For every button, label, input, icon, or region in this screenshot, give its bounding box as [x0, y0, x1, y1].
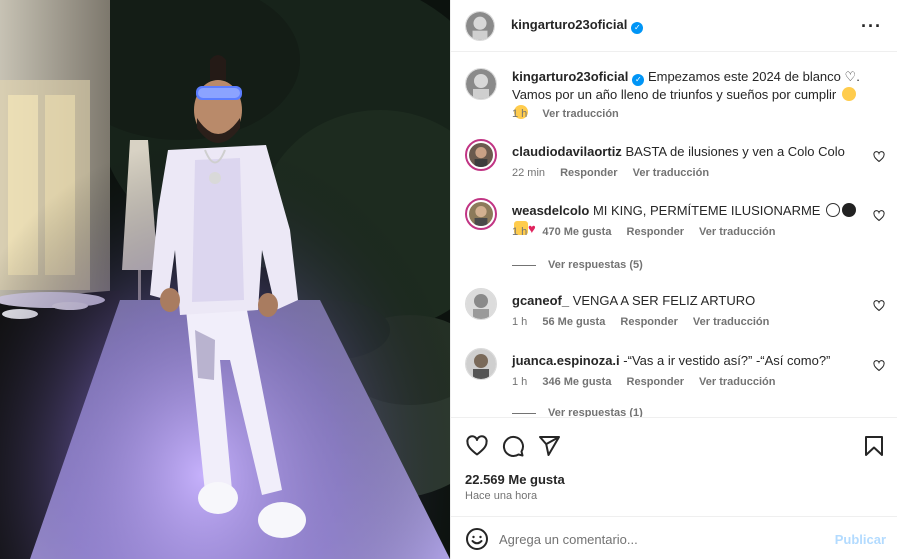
comment-text: claudiodavilaortiz BASTA de ilusiones y …	[512, 143, 862, 161]
commenter-avatar[interactable]	[465, 139, 497, 171]
reply-button[interactable]: Responder	[620, 316, 677, 328]
comment-time: 1 h	[512, 376, 528, 388]
commenter-avatar[interactable]	[465, 348, 497, 380]
comment-meta: 1 h 470 Me gusta Responder Ver traducció…	[512, 226, 787, 238]
publish-button[interactable]: Publicar	[835, 532, 886, 547]
post-panel: kingarturo23oficial ✓ ··· kingarturo23ofi…	[450, 0, 897, 559]
caption-translate[interactable]: Ver traducción	[542, 108, 618, 120]
post-actions: 22.569 Me gusta Hace una hora	[451, 417, 897, 527]
translate-link[interactable]: Ver traducción	[699, 376, 775, 388]
comment-icon[interactable]	[501, 434, 525, 458]
view-replies-button[interactable]: Ver respuestas (5)	[512, 259, 643, 271]
comment-meta: 22 min Responder Ver traducción	[512, 167, 721, 179]
tongue-emoji-icon	[841, 87, 856, 101]
comment-like-count[interactable]: 56 Me gusta	[542, 316, 605, 328]
verified-badge-icon: ✓	[631, 22, 644, 34]
author-username[interactable]: kingarturo23oficial ✓	[511, 17, 644, 34]
comment-text: juanca.espinoza.i -“Vas a ir vestido así…	[512, 352, 862, 370]
white-circle-emoji-icon	[826, 203, 841, 217]
author-avatar[interactable]	[465, 10, 495, 41]
comment-item: juanca.espinoza.i -“Vas a ir vestido así…	[465, 348, 885, 417]
comment-like-heart-icon[interactable]	[873, 360, 885, 372]
comment-time: 22 min	[512, 167, 546, 179]
comment-username[interactable]: weasdelcolo	[512, 203, 589, 218]
black-circle-emoji-icon	[842, 203, 857, 217]
comment-like-heart-icon[interactable]	[873, 300, 885, 312]
comment-content: MI KING, PERMÍTEME ILUSIONARME	[592, 203, 821, 218]
comment-like-heart-icon[interactable]	[873, 151, 885, 163]
likes-count[interactable]: 22.569 Me gusta	[465, 472, 565, 487]
comment-text: gcaneof_ VENGA A SER FELIZ ARTURO	[512, 292, 862, 310]
white-heart-icon: ♡	[844, 69, 857, 84]
comment-item: claudiodavilaortiz BASTA de ilusiones y …	[465, 139, 885, 187]
verified-badge-icon: ✓	[632, 74, 645, 86]
comment-like-count[interactable]: 346 Me gusta	[542, 376, 611, 388]
send-icon[interactable]	[537, 434, 561, 458]
more-options-icon[interactable]: ···	[861, 16, 882, 37]
caption-username[interactable]: kingarturo23oficial	[512, 69, 628, 84]
post-header: kingarturo23oficial ✓ ···	[451, 0, 897, 52]
comment-composer: Publicar	[451, 516, 897, 559]
comment-item: weasdelcolo MI KING, PERMÍTEME ILUSIONAR…	[465, 198, 885, 278]
reply-button[interactable]: Responder	[560, 167, 617, 179]
bookmark-icon[interactable]	[862, 434, 886, 458]
comment-item: gcaneof_ VENGA A SER FELIZ ARTURO 1 h 56…	[465, 288, 885, 336]
translate-link[interactable]: Ver traducción	[699, 226, 775, 238]
view-replies-label: Ver respuestas (1)	[548, 407, 643, 417]
caption-line1: Empezamos este 2024 de blanco	[647, 69, 841, 84]
commenter-avatar[interactable]	[465, 198, 497, 230]
caption-meta: 1 h Ver traducción	[512, 108, 631, 120]
comment-like-count[interactable]: 470 Me gusta	[542, 226, 611, 238]
comment-content: BASTA de ilusiones y ven a Colo Colo	[625, 144, 845, 159]
comment-meta: 1 h 346 Me gusta Responder Ver traducció…	[512, 376, 787, 388]
post-modal: kingarturo23oficial ✓ ··· kingarturo23ofi…	[0, 0, 897, 559]
view-replies-label: Ver respuestas (5)	[548, 259, 643, 271]
caption-time: 1 h	[512, 108, 528, 120]
translate-link[interactable]: Ver traducción	[693, 316, 769, 328]
commenter-avatar[interactable]	[465, 288, 497, 320]
post-photo[interactable]	[0, 0, 450, 559]
comment-username[interactable]: claudiodavilaortiz	[512, 144, 622, 159]
post-time: Hace una hora	[465, 490, 538, 502]
view-replies-button[interactable]: Ver respuestas (1)	[512, 407, 643, 417]
comment-username[interactable]: juanca.espinoza.i	[512, 353, 620, 368]
comment-meta: 1 h 56 Me gusta Responder Ver traducción	[512, 316, 781, 328]
comment-time: 1 h	[512, 316, 528, 328]
caption-line2: Vamos por un año lleno de triunfos y sue…	[512, 87, 837, 102]
caption-avatar[interactable]	[465, 68, 497, 100]
comment-username[interactable]: gcaneof_	[512, 293, 569, 308]
comment-like-heart-icon[interactable]	[873, 210, 885, 222]
post-image	[0, 0, 450, 559]
reply-button[interactable]: Responder	[627, 376, 684, 388]
caption: kingarturo23oficial ✓ Empezamos este 2024…	[465, 68, 885, 128]
replies-line	[512, 264, 536, 266]
replies-line	[512, 412, 536, 414]
heart-icon[interactable]	[465, 434, 489, 458]
comment-content: VENGA A SER FELIZ ARTURO	[572, 293, 756, 308]
reply-button[interactable]: Responder	[627, 226, 684, 238]
comment-input[interactable]	[499, 526, 829, 552]
comment-content: -“Vas a ir vestido así?” -“Así como?”	[623, 353, 831, 368]
comments-list[interactable]: kingarturo23oficial ✓ Empezamos este 2024…	[451, 53, 897, 417]
comment-time: 1 h	[512, 226, 528, 238]
translate-link[interactable]: Ver traducción	[633, 167, 709, 179]
emoji-icon[interactable]	[465, 527, 489, 551]
